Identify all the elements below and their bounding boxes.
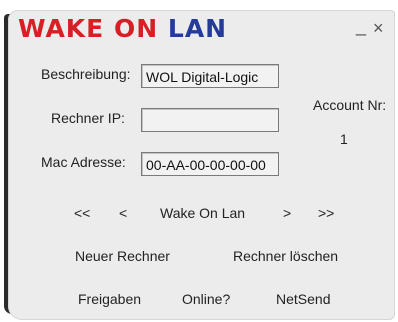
delete-computer-button[interactable]: Rechner löschen	[233, 248, 338, 264]
title-lan: LAN	[167, 14, 228, 43]
wake-on-lan-button[interactable]: Wake On Lan	[160, 205, 245, 221]
description-field[interactable]: WOL Digital-Logic	[141, 64, 279, 88]
ip-field[interactable]	[141, 108, 279, 132]
app-title-logo: WAKE ON LAN	[18, 14, 227, 43]
last-record-button[interactable]: >>	[318, 205, 334, 221]
next-record-button[interactable]: >	[283, 205, 291, 221]
minimize-button[interactable]: _	[356, 16, 366, 37]
mac-label: Mac Adresse:	[41, 154, 126, 170]
title-on: ON	[113, 14, 159, 43]
netsend-button[interactable]: NetSend	[276, 291, 330, 307]
mac-field[interactable]: 00-AA-00-00-00-00	[141, 152, 279, 176]
account-label: Account Nr:	[313, 97, 387, 113]
title-wake: WAKE	[18, 14, 105, 43]
description-label: Beschreibung:	[41, 66, 131, 82]
prev-record-button[interactable]: <	[119, 205, 127, 221]
new-computer-button[interactable]: Neuer Rechner	[75, 248, 170, 264]
account-value: 1	[340, 131, 348, 147]
shares-button[interactable]: Freigaben	[78, 291, 141, 307]
ip-label: Rechner IP:	[51, 110, 125, 126]
first-record-button[interactable]: <<	[74, 205, 90, 221]
close-button[interactable]: ×	[373, 18, 384, 39]
online-check-button[interactable]: Online?	[182, 291, 230, 307]
